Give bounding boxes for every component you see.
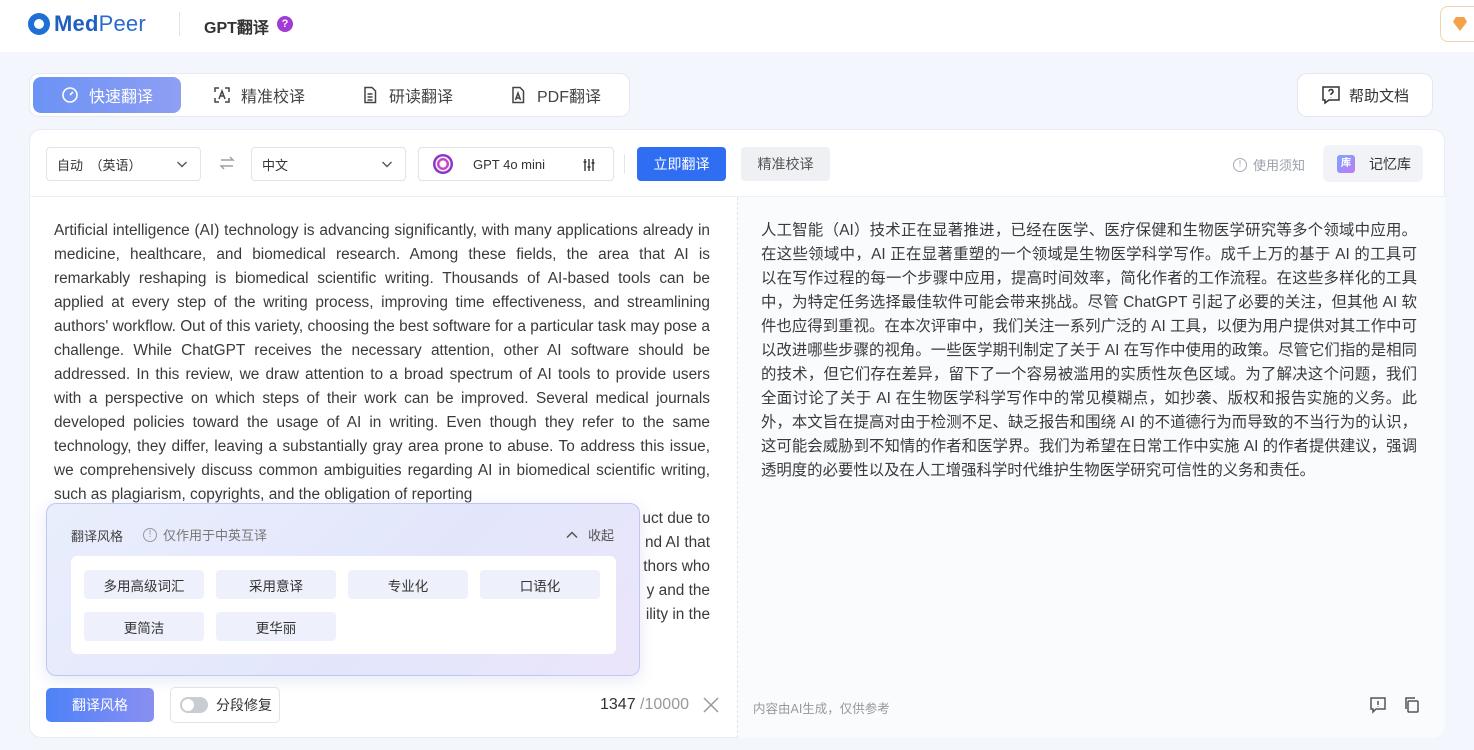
model-name: GPT 4o mini — [473, 156, 546, 172]
translation-style-popup: 翻译风格 ! 仅作用于中英互译 收起 多用高级词汇 采用意译 专业化 口语化 更… — [46, 503, 640, 676]
info-icon: ! — [1233, 157, 1247, 172]
segment-fix-label: 分段修复 — [216, 697, 272, 713]
help-question-icon[interactable]: ? — [277, 16, 293, 32]
tab-precise-proof[interactable]: 精准校译 — [185, 77, 333, 113]
usage-notice-label: 使用须知 — [1253, 158, 1306, 173]
chevron-down-icon — [177, 161, 187, 168]
tab-study-translate[interactable]: 研读翻译 — [333, 77, 481, 113]
segment-fix-toggle[interactable]: 分段修复 — [170, 687, 280, 723]
style-options: 多用高级词汇 采用意译 专业化 口语化 更简洁 更华丽 — [71, 556, 616, 654]
library-icon: 库 — [1337, 154, 1355, 173]
help-doc-label: 帮助文档 — [1348, 87, 1409, 105]
target-language-select[interactable]: 中文 — [251, 147, 406, 181]
chevron-down-icon — [382, 161, 392, 168]
chevron-up-icon — [566, 530, 578, 538]
medpeer-logo-icon — [28, 13, 50, 35]
source-language-select[interactable]: 自动 （英语） — [46, 147, 201, 181]
tab-label: PDF翻译 — [536, 89, 601, 106]
tab-pdf-translate[interactable]: PDF翻译 — [481, 77, 629, 113]
style-chip-ornate[interactable]: 更华丽 — [216, 612, 336, 641]
tab-label: 精准校译 — [240, 89, 305, 106]
info-icon: ! — [143, 527, 157, 542]
translate-now-button[interactable]: 立即翻译 — [637, 147, 726, 181]
diamond-icon — [1453, 17, 1467, 31]
toggle-switch[interactable] — [180, 697, 208, 713]
char-counter: 1347 /10000 — [600, 696, 689, 713]
precise-proof-button[interactable]: 精准校译 — [741, 147, 830, 181]
scan-text-icon — [213, 86, 231, 104]
translation-output: 人工智能（AI）技术正在显著推进，已经在医学、医疗保健和生物医学研究等多个领域中… — [761, 222, 1417, 479]
mode-tabs: 快速翻译 精准校译 研读翻译 PDF翻译 — [29, 73, 630, 117]
help-chat-icon — [1322, 86, 1340, 105]
adjust-sliders-icon[interactable] — [581, 157, 597, 173]
document-icon — [361, 86, 379, 104]
tab-label: 快速翻译 — [88, 89, 153, 106]
clear-icon[interactable] — [702, 696, 720, 714]
usage-notice-link[interactable]: ! 使用须知 — [1233, 155, 1305, 174]
vip-button[interactable] — [1440, 6, 1474, 42]
top-header: MedPeer GPT翻译 ? — [0, 0, 1474, 52]
feedback-icon[interactable] — [1369, 696, 1387, 714]
style-chip-professional[interactable]: 专业化 — [348, 570, 468, 599]
pdf-icon — [509, 86, 527, 104]
copy-icon[interactable] — [1403, 696, 1421, 714]
header-divider — [179, 12, 180, 36]
translation-style-button[interactable]: 翻译风格 — [46, 688, 154, 722]
style-chip-colloquial[interactable]: 口语化 — [480, 570, 600, 599]
model-logo-icon — [433, 154, 453, 174]
pane-divider — [737, 197, 738, 738]
source-text-overflow: uct due to nd AI that thors who y and th… — [642, 510, 710, 623]
help-doc-button[interactable]: 帮助文档 — [1297, 73, 1433, 117]
speedometer-icon — [61, 86, 79, 104]
collapse-button[interactable]: 收起 — [565, 525, 614, 544]
style-chip-concise[interactable]: 更简洁 — [84, 612, 204, 641]
style-chip-advanced-vocab[interactable]: 多用高级词汇 — [84, 570, 204, 599]
translate-card: 自动 （英语） 中文 GPT 4o mini 立即翻译 精准校译 ! 使用须知 … — [29, 129, 1446, 738]
source-language-value: 自动 （英语） — [57, 157, 142, 173]
toolbar-divider — [624, 154, 625, 174]
style-popup-hint: ! 仅作用于中英互译 — [143, 525, 267, 544]
medpeer-logo[interactable]: MedPeer — [28, 11, 146, 37]
app-title: GPT翻译 — [204, 20, 269, 37]
ai-disclaimer: 内容由AI生成，仅供参考 — [753, 702, 890, 716]
brand-name: MedPeer — [54, 11, 146, 36]
memory-library-button[interactable]: 库 记忆库 — [1323, 145, 1423, 182]
style-chip-free-translation[interactable]: 采用意译 — [216, 570, 336, 599]
swap-languages-icon[interactable] — [218, 154, 236, 172]
memory-library-label: 记忆库 — [1369, 155, 1411, 172]
style-popup-title: 翻译风格 — [71, 529, 124, 544]
target-language-value: 中文 — [262, 157, 289, 173]
tab-label: 研读翻译 — [388, 89, 453, 106]
tab-quick-translate[interactable]: 快速翻译 — [33, 77, 181, 113]
model-select[interactable]: GPT 4o mini — [418, 147, 614, 181]
